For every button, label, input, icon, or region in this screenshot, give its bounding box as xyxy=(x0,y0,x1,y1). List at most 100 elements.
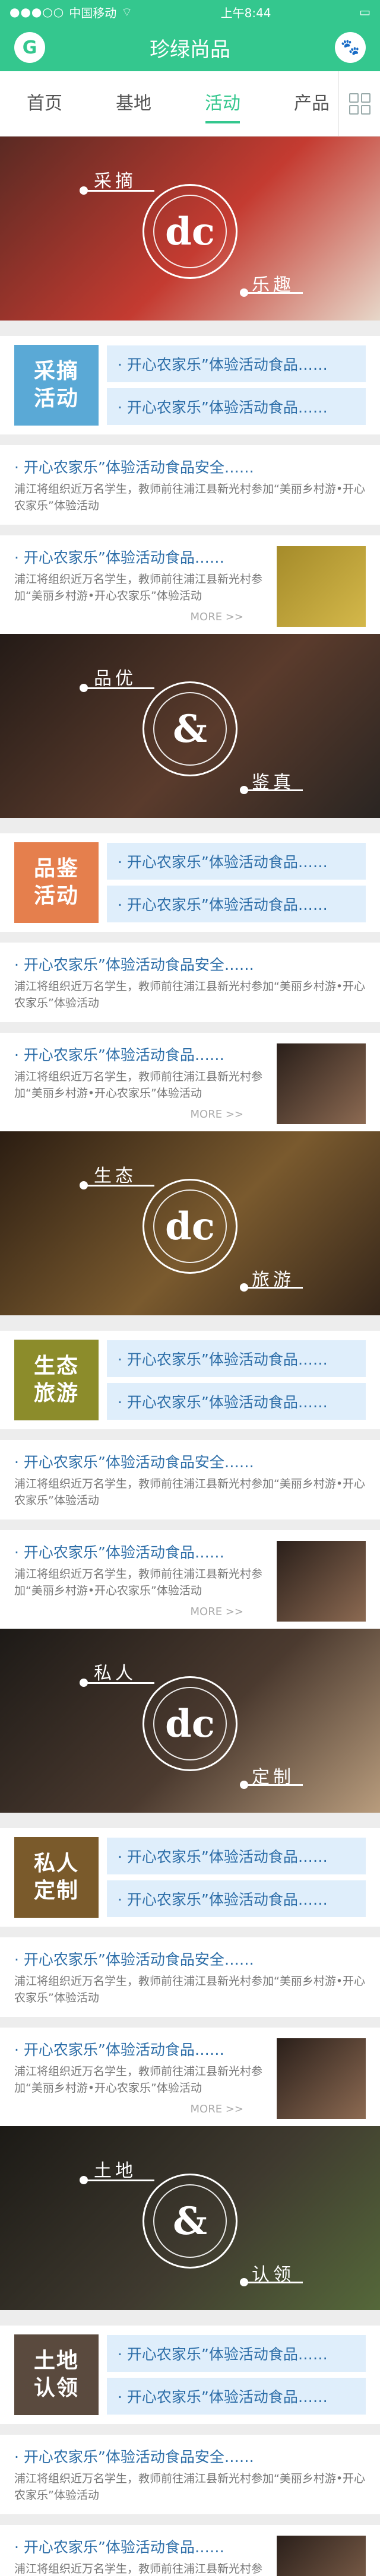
link-list: · 开心农家乐”体验活动食品…… · 开心农家乐”体验活动食品…… xyxy=(107,1838,366,1917)
article-item-with-thumb[interactable]: · 开心农家乐”体验活动食品…… 浦江将组织近万名学生，教师前往浦江县新光村参加… xyxy=(0,2028,380,2126)
article-thumbnail xyxy=(277,2536,366,2576)
article-title: · 开心农家乐”体验活动食品…… xyxy=(14,1544,224,1561)
activity-link[interactable]: · 开心农家乐”体验活动食品…… xyxy=(107,843,366,880)
sections-container: dc 采摘 乐趣 采摘 活动 · 开心农家乐”体验活动食品…… · 开心农家乐”… xyxy=(0,137,380,2576)
badge-line-2: 认领 xyxy=(33,2376,79,2400)
more-link[interactable]: MORE >> xyxy=(191,1606,243,1618)
article-item[interactable]: · 开心农家乐”体验活动食品安全…… 浦江将组织近万名学生，教师前往浦江县新光村… xyxy=(0,2435,380,2514)
battery-icon: ▭ xyxy=(359,5,370,19)
banner-dot xyxy=(80,2176,88,2184)
banner-logo: & xyxy=(153,692,227,766)
article-item[interactable]: · 开心农家乐”体验活动食品安全…… 浦江将组织近万名学生，教师前往浦江县新光村… xyxy=(0,445,380,525)
article-item-with-thumb[interactable]: · 开心农家乐”体验活动食品…… 浦江将组织近万名学生，教师前往浦江县新光村参加… xyxy=(0,535,380,634)
carrier-label: 中国移动 xyxy=(69,5,117,20)
category-badge[interactable]: 采摘 活动 xyxy=(14,345,99,426)
grid-icon xyxy=(349,93,370,115)
banner-dot xyxy=(240,288,248,297)
article-title: · 开心农家乐”体验活动食品…… xyxy=(14,549,224,566)
article-item[interactable]: · 开心农家乐”体验活动食品安全…… 浦江将组织近万名学生，教师前往浦江县新光村… xyxy=(0,943,380,1022)
banner-logo: dc xyxy=(153,1189,227,1263)
banner-logo: & xyxy=(153,2184,227,2258)
article-title: · 开心农家乐”体验活动食品安全…… xyxy=(14,956,254,973)
banner-word-bottom: 旅游 xyxy=(252,1270,294,1290)
category-badge[interactable]: 土地 认领 xyxy=(14,2334,99,2415)
link-list: · 开心农家乐”体验活动食品…… · 开心农家乐”体验活动食品…… xyxy=(107,2335,366,2415)
more-link[interactable]: MORE >> xyxy=(191,611,243,623)
tab-base[interactable]: 基地 xyxy=(89,71,178,137)
banner[interactable]: dc 生态 旅游 xyxy=(0,1131,380,1315)
activity-section: 采摘 活动 · 开心农家乐”体验活动食品…… · 开心农家乐”体验活动食品…… xyxy=(0,336,380,434)
badge-line-1: 采摘 xyxy=(33,359,79,383)
banner-word-top: 生态 xyxy=(94,1166,137,1187)
wifi-icon: ⌔ xyxy=(121,4,133,19)
link-list: · 开心农家乐”体验活动食品…… · 开心农家乐”体验活动食品…… xyxy=(107,345,366,425)
link-list: · 开心农家乐”体验活动食品…… · 开心农家乐”体验活动食品…… xyxy=(107,843,366,922)
category-badge[interactable]: 生态 旅游 xyxy=(14,1340,99,1420)
app-header: G 珍绿尚品 🐾 xyxy=(0,24,380,71)
activity-section: 土地 认领 · 开心农家乐”体验活动食品…… · 开心农家乐”体验活动食品…… xyxy=(0,2326,380,2424)
activity-link[interactable]: · 开心农家乐”体验活动食品…… xyxy=(107,2378,366,2415)
grid-menu-button[interactable] xyxy=(338,71,380,137)
article-title: · 开心农家乐”体验活动食品…… xyxy=(14,1046,224,1064)
article-title: · 开心农家乐”体验活动食品…… xyxy=(14,2539,224,2556)
tab-activity[interactable]: 活动 xyxy=(178,71,267,137)
article-item-with-thumb[interactable]: · 开心农家乐”体验活动食品…… 浦江将组织近万名学生，教师前往浦江县新光村参加… xyxy=(0,1033,380,1131)
article-title: · 开心农家乐”体验活动食品安全…… xyxy=(14,1454,254,1471)
logo-button[interactable]: G xyxy=(14,32,45,63)
article-title: · 开心农家乐”体验活动食品安全…… xyxy=(14,1951,254,1968)
category-badge[interactable]: 品鉴 活动 xyxy=(14,842,99,923)
badge-line-2: 定制 xyxy=(33,1879,79,1903)
article-item[interactable]: · 开心农家乐”体验活动食品安全…… 浦江将组织近万名学生，教师前往浦江县新光村… xyxy=(0,1440,380,1519)
tab-bar: 首页 基地 活动 产品 xyxy=(0,71,380,137)
banner[interactable]: dc 私人 定制 xyxy=(0,1629,380,1813)
article-thumbnail xyxy=(277,1541,366,1622)
article-desc: 浦江将组织近万名学生，教师前往浦江县新光村参加“美丽乡村游•开心农家乐”体验活动 xyxy=(14,2065,263,2095)
signal-icon: ●●●○○ xyxy=(10,5,65,19)
article-title: · 开心农家乐”体验活动食品安全…… xyxy=(14,2448,254,2466)
article-item-with-thumb[interactable]: · 开心农家乐”体验活动食品…… 浦江将组织近万名学生，教师前往浦江县新光村参加… xyxy=(0,1530,380,1629)
banner-dot xyxy=(240,1283,248,1292)
more-link[interactable]: MORE >> xyxy=(191,1108,243,1121)
activity-link[interactable]: · 开心农家乐”体验活动食品…… xyxy=(107,2335,366,2372)
article-item[interactable]: · 开心农家乐”体验活动食品安全…… 浦江将组织近万名学生，教师前往浦江县新光村… xyxy=(0,1937,380,2017)
badge-line-2: 活动 xyxy=(33,884,79,908)
more-link[interactable]: MORE >> xyxy=(191,2103,243,2115)
banner-word-top: 采摘 xyxy=(94,171,137,192)
article-desc: 浦江将组织近万名学生，教师前往浦江县新光村参加“美丽乡村游•开心农家乐”体验活动 xyxy=(14,1568,263,1597)
article-desc: 浦江将组织近万名学生，教师前往浦江县新光村参加“美丽乡村游•开心农家乐”体验活动 xyxy=(14,573,263,602)
banner-logo: dc xyxy=(153,195,227,268)
activity-link[interactable]: · 开心农家乐”体验活动食品…… xyxy=(107,345,366,382)
banner-word-bottom: 认领 xyxy=(252,2264,294,2285)
banner-word-bottom: 定制 xyxy=(252,1767,294,1788)
article-desc: 浦江将组织近万名学生，教师前往浦江县新光村参加“美丽乡村游•开心农家乐”体验活动 xyxy=(14,1975,366,2004)
banner-dot xyxy=(240,2278,248,2286)
banner[interactable]: dc 采摘 乐趣 xyxy=(0,137,380,321)
activity-link[interactable]: · 开心农家乐”体验活动食品…… xyxy=(107,1340,366,1377)
article-thumbnail xyxy=(277,1043,366,1124)
activity-link[interactable]: · 开心农家乐”体验活动食品…… xyxy=(107,1383,366,1420)
article-desc: 浦江将组织近万名学生，教师前往浦江县新光村参加“美丽乡村游•开心农家乐”体验活动 xyxy=(14,2562,263,2575)
banner-logo: dc xyxy=(153,1687,227,1760)
article-desc: 浦江将组织近万名学生，教师前往浦江县新光村参加“美丽乡村游•开心农家乐”体验活动 xyxy=(14,1477,366,1507)
article-title: · 开心农家乐”体验活动食品…… xyxy=(14,2041,224,2058)
clock: 上午8:44 xyxy=(220,5,271,20)
article-title: · 开心农家乐”体验活动食品安全…… xyxy=(14,459,254,476)
article-item-with-thumb[interactable]: · 开心农家乐”体验活动食品…… 浦江将组织近万名学生，教师前往浦江县新光村参加… xyxy=(0,2525,380,2576)
article-desc: 浦江将组织近万名学生，教师前往浦江县新光村参加“美丽乡村游•开心农家乐”体验活动 xyxy=(14,483,366,512)
activity-link[interactable]: · 开心农家乐”体验活动食品…… xyxy=(107,1838,366,1874)
article-desc: 浦江将组织近万名学生，教师前往浦江县新光村参加“美丽乡村游•开心农家乐”体验活动 xyxy=(14,2472,366,2502)
category-badge[interactable]: 私人 定制 xyxy=(14,1837,99,1918)
tab-home[interactable]: 首页 xyxy=(0,71,89,137)
activity-link[interactable]: · 开心农家乐”体验活动食品…… xyxy=(107,388,366,425)
article-thumbnail xyxy=(277,546,366,627)
banner[interactable]: & 品优 鉴真 xyxy=(0,634,380,818)
paw-icon[interactable]: 🐾 xyxy=(335,32,366,63)
activity-section: 品鉴 活动 · 开心农家乐”体验活动食品…… · 开心农家乐”体验活动食品…… xyxy=(0,833,380,932)
activity-link[interactable]: · 开心农家乐”体验活动食品…… xyxy=(107,886,366,922)
activity-link[interactable]: · 开心农家乐”体验活动食品…… xyxy=(107,1880,366,1917)
banner[interactable]: & 土地 认领 xyxy=(0,2126,380,2310)
banner-dot xyxy=(240,786,248,794)
article-thumbnail xyxy=(277,2038,366,2119)
article-text: · 开心农家乐”体验活动食品…… 浦江将组织近万名学生，教师前往浦江县新光村参加… xyxy=(14,2536,277,2576)
article-desc: 浦江将组织近万名学生，教师前往浦江县新光村参加“美丽乡村游•开心农家乐”体验活动 xyxy=(14,1070,263,1100)
